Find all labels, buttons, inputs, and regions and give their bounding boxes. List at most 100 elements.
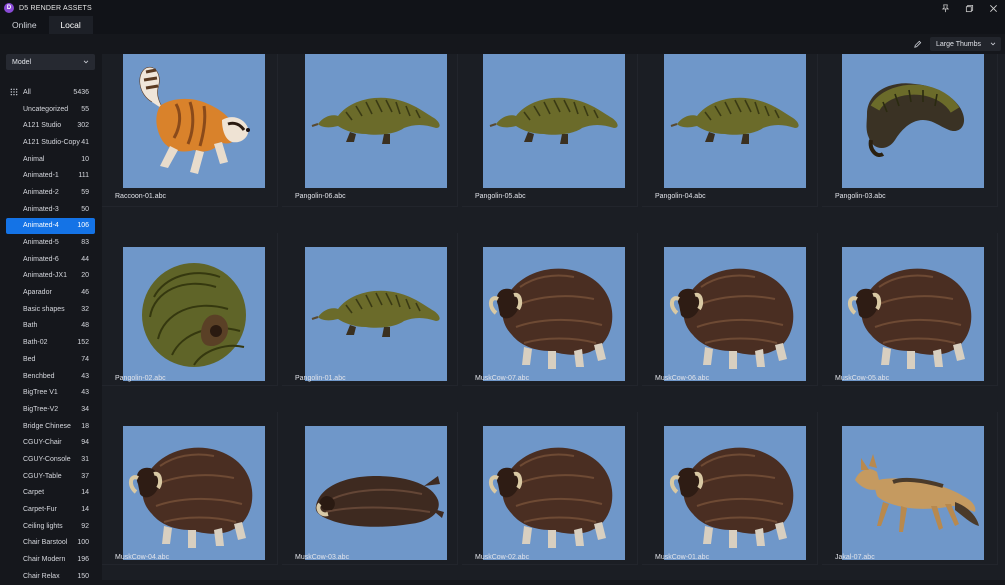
asset-thumbnail [664, 54, 806, 188]
tab-local[interactable]: Local [48, 16, 93, 34]
sidebar-item-animated-4[interactable]: Animated-4 106 [6, 217, 95, 235]
asset-name: Raccoon-01.abc [115, 193, 166, 200]
close-button[interactable] [981, 0, 1005, 16]
asset-card[interactable]: Jakal-07.abc [822, 412, 998, 565]
sidebar-item-basic-shapes[interactable]: Basic shapes 32 [6, 301, 95, 318]
asset-card[interactable]: MuskCow-03.abc [282, 412, 458, 565]
asset-type-select[interactable]: Model [6, 54, 95, 70]
sidebar-item-chair-relax[interactable]: Chair Relax 150 [6, 568, 95, 585]
asset-card[interactable]: MuskCow-02.abc [462, 412, 638, 565]
sidebar-item-count: 46 [81, 289, 89, 297]
sidebar-item-all[interactable]: All 5436 [6, 84, 95, 101]
sidebar-item-bigtree-v1[interactable]: BigTree V1 43 [6, 384, 95, 401]
view-mode-select[interactable]: Large Thumbs [930, 37, 1001, 51]
asset-thumbnail-image [315, 476, 444, 527]
asset-card[interactable]: MuskCow-07.abc [462, 233, 638, 386]
asset-card[interactable]: MuskCow-01.abc [642, 412, 818, 565]
sidebar-item-animated-2[interactable]: Animated-2 59 [6, 184, 95, 201]
asset-thumbnail-image [142, 263, 246, 367]
asset-card[interactable]: Pangolin-06.abc [282, 54, 458, 207]
asset-name: MuskCow-07.abc [475, 375, 530, 382]
pin-icon [941, 3, 949, 12]
asset-thumbnail [842, 247, 984, 381]
sidebar-item-count: 48 [81, 322, 89, 330]
edit-button[interactable] [910, 38, 924, 50]
asset-card[interactable]: Pangolin-02.abc [102, 233, 278, 386]
sidebar-item-benchbed[interactable]: Benchbed 43 [6, 368, 95, 385]
pencil-icon [913, 40, 921, 48]
sidebar-item-aparador[interactable]: Aparador 46 [6, 284, 95, 301]
sidebar-item-chair-barstool[interactable]: Chair Barstool 100 [6, 535, 95, 552]
asset-name: Pangolin-05.abc [475, 193, 526, 200]
sidebar-item-bridge-chinese[interactable]: Bridge Chinese 18 [6, 418, 95, 435]
sidebar-item-label: Animated-6 [23, 255, 59, 263]
sidebar-item-count: 196 [77, 556, 89, 564]
sidebar-item-label: CGUY-Table [23, 472, 62, 480]
app-title: D5 RENDER ASSETS [19, 4, 92, 12]
sidebar-item-cguy-table[interactable]: CGUY-Table 37 [6, 468, 95, 485]
pin-button[interactable] [933, 0, 957, 16]
sidebar-item-bed[interactable]: Bed 74 [6, 351, 95, 368]
asset-card[interactable]: MuskCow-06.abc [642, 233, 818, 386]
grid-dots-icon [10, 88, 18, 96]
title-bar: D D5 RENDER ASSETS [0, 0, 1005, 16]
restore-button[interactable] [957, 0, 981, 16]
asset-thumbnail [123, 247, 265, 381]
sidebar-item-label: Animated-JX1 [23, 272, 67, 280]
sidebar-item-label: BigTree V1 [23, 389, 58, 397]
sidebar-item-a121-studio[interactable]: A121 Studio 302 [6, 117, 95, 134]
sidebar-item-count: 302 [77, 122, 89, 130]
sidebar-item-label: Animated-3 [23, 205, 59, 213]
sidebar-item-cguy-chair[interactable]: CGUY-Chair 94 [6, 434, 95, 451]
asset-thumbnail-image [866, 83, 965, 157]
asset-card[interactable]: Pangolin-01.abc [282, 233, 458, 386]
asset-thumbnail [483, 426, 625, 560]
sidebar-item-count: 41 [81, 138, 89, 146]
source-tabs: Online Local [0, 16, 1005, 34]
sidebar-item-a121-studio-copy[interactable]: A121 Studio-Copy 41 [6, 134, 95, 151]
sidebar-item-animated-6[interactable]: Animated-6 44 [6, 251, 95, 268]
asset-thumbnail [842, 426, 984, 560]
sidebar-item-count: 94 [81, 439, 89, 447]
sidebar-item-uncategorized[interactable]: Uncategorized 55 [6, 101, 95, 118]
tab-online[interactable]: Online [0, 16, 49, 34]
asset-card[interactable]: Pangolin-03.abc [822, 54, 998, 207]
sidebar-item-count: 74 [81, 355, 89, 363]
asset-name: MuskCow-06.abc [655, 375, 710, 382]
sidebar-item-carpet[interactable]: Carpet 14 [6, 485, 95, 502]
asset-thumbnail-image [311, 97, 440, 144]
sidebar-item-label: Ceiling lights [23, 522, 63, 530]
sidebar-item-count: 111 [78, 172, 89, 180]
sidebar-item-label: Bath-02 [23, 339, 48, 347]
sidebar-item-ceiling-lights[interactable]: Ceiling lights 92 [6, 518, 95, 535]
sidebar-item-label: Benchbed [23, 372, 55, 380]
sidebar-item-count: 92 [81, 522, 89, 530]
asset-thumbnail [664, 247, 806, 381]
category-sidebar: Model All 5436 Uncategorized 55 A121 Studio 3… [0, 54, 102, 580]
sidebar-item-animated-3[interactable]: Animated-3 50 [6, 201, 95, 218]
sidebar-item-chair-modern[interactable]: Chair Modern 196 [6, 551, 95, 568]
sidebar-item-bath-02[interactable]: Bath-02 152 [6, 334, 95, 351]
sidebar-item-carpet-fur[interactable]: Carpet-Fur 14 [6, 501, 95, 518]
asset-card[interactable]: Pangolin-04.abc [642, 54, 818, 207]
asset-thumbnail-image [139, 66, 250, 174]
sidebar-item-animated-1[interactable]: Animated-1 111 [6, 167, 95, 184]
asset-card[interactable]: MuskCow-04.abc [102, 412, 278, 565]
sidebar-item-animated-5[interactable]: Animated-5 83 [6, 234, 95, 251]
sidebar-item-animal[interactable]: Animal 10 [6, 151, 95, 168]
asset-card[interactable]: Pangolin-05.abc [462, 54, 638, 207]
asset-grid: Raccoon-01.abc Pangolin-06.abc Pangolin-05… [102, 54, 1005, 580]
sidebar-item-label: Animated-5 [23, 239, 59, 247]
sidebar-item-bigtree-v2[interactable]: BigTree-V2 34 [6, 401, 95, 418]
asset-thumbnail [842, 54, 984, 188]
asset-card[interactable]: MuskCow-05.abc [822, 233, 998, 386]
sidebar-item-animated-jx1[interactable]: Animated-JX1 20 [6, 268, 95, 285]
asset-name: Pangolin-04.abc [655, 193, 706, 200]
sidebar-item-cguy-console[interactable]: CGUY-Console 31 [6, 451, 95, 468]
sidebar-item-bath[interactable]: Bath 48 [6, 318, 95, 335]
asset-card[interactable]: Raccoon-01.abc [102, 54, 278, 207]
asset-thumbnail [483, 54, 625, 188]
sidebar-item-label: Animated-4 [23, 222, 59, 230]
sidebar-item-label: Chair Barstool [23, 539, 68, 547]
sidebar-item-count: 43 [81, 389, 89, 397]
